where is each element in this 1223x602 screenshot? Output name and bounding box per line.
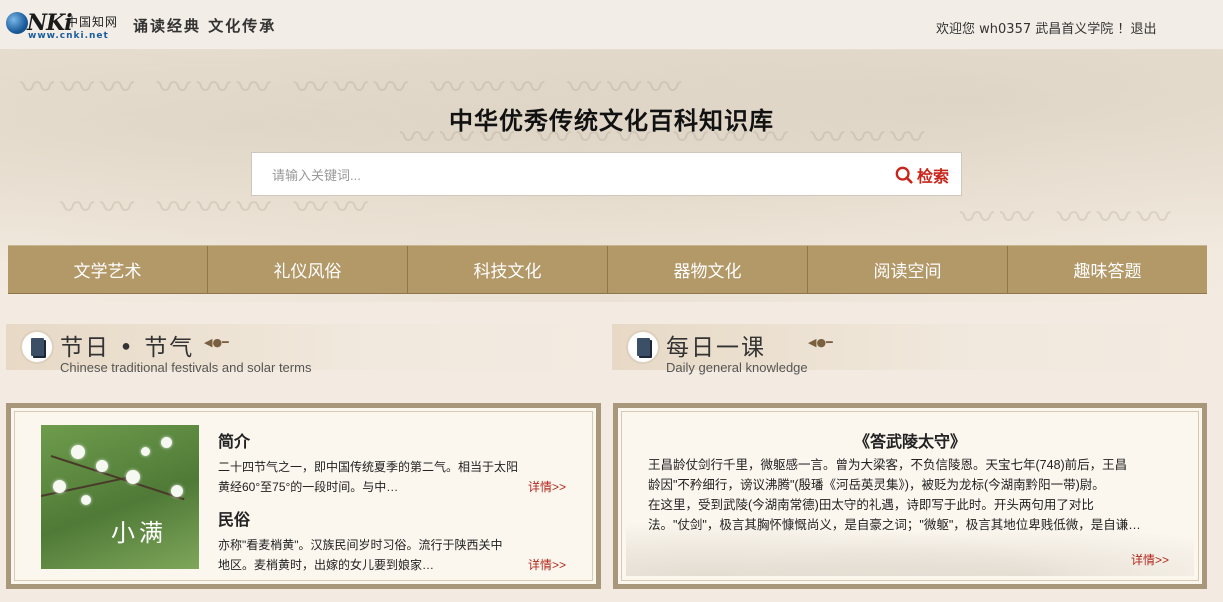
search-button[interactable]: 检索 (895, 163, 949, 187)
nav-item-science-culture[interactable]: 科技文化 (408, 246, 608, 293)
blossom (141, 447, 150, 456)
blossom (96, 460, 108, 472)
search-button-label: 检索 (916, 167, 949, 186)
globe-icon (6, 12, 28, 34)
user-welcome: 欢迎您 wh0357 武昌首义学院 ！退出 (936, 18, 1156, 37)
logo-chinese-text: 中国知网 (66, 15, 119, 29)
poem-title: 《答武陵太守》 (853, 432, 966, 451)
blossom (161, 437, 172, 448)
book-icon (626, 330, 660, 364)
logo-url: www.cnki.net (28, 31, 109, 41)
logout-link[interactable]: 退出 (1130, 22, 1156, 37)
cnki-logo[interactable]: NKi 中国知网 www.cnki.net (6, 10, 124, 42)
username: wh0357 (979, 22, 1032, 37)
slogan: 诵读经典 文化传承 (133, 17, 277, 35)
section-title: 节日 • 节气 (60, 335, 195, 361)
nav-item-etiquette-customs[interactable]: 礼仪风俗 (208, 246, 408, 293)
poem-description: 王昌龄仗剑行千里，微躯感一言。曾为大梁客，不负信陵恩。天宝七年(748)前后，王… (648, 458, 1141, 532)
nav-item-reading-space[interactable]: 阅读空间 (808, 246, 1008, 293)
intro-heading: 简介 (218, 432, 251, 451)
institution-name: 武昌首义学院 (1035, 22, 1114, 37)
top-bar: NKi 中国知网 www.cnki.net 诵读经典 文化传承 欢迎您 wh03… (0, 0, 1223, 50)
blossom (53, 480, 66, 493)
calligraphy-background: 〰〰 〰〰〰 (960, 198, 1177, 238)
intro-more-link[interactable]: 详情>> (528, 478, 566, 495)
custom-heading: 民俗 (218, 510, 251, 529)
nav-item-artifact-culture[interactable]: 器物文化 (608, 246, 808, 293)
nav-item-fun-quiz[interactable]: 趣味答题 (1008, 246, 1207, 293)
welcome-prefix: 欢迎您 (936, 22, 976, 37)
fish-ornament-icon: ◀●━ (204, 336, 229, 349)
separator: ！ (1117, 22, 1131, 37)
daily-more-link[interactable]: 详情>> (1131, 551, 1169, 568)
festivals-panel: 小满 简介 二十四节气之一，即中国传统夏季的第二气。相当于太阳 黄经60°至75… (6, 403, 601, 589)
search-bar: 检索 (251, 152, 962, 196)
fish-ornament-icon: ◀●━ (808, 336, 833, 349)
blossom (71, 445, 85, 459)
daily-section-header: 每日一课 ◀●━ Daily general knowledge (612, 320, 1206, 378)
solar-term-image[interactable]: 小满 (41, 425, 199, 569)
daily-lesson-panel: 《答武陵太守》 王昌龄仗剑行千里，微躯感一言。曾为大梁客，不负信陵恩。天宝七年(… (613, 403, 1207, 589)
festivals-section-header: 节日 • 节气 ◀●━ Chinese traditional festival… (6, 320, 598, 378)
nav-item-literature-art[interactable]: 文学艺术 (8, 246, 208, 293)
section-subtitle: Chinese traditional festivals and solar … (60, 360, 312, 375)
page-title: 中华优秀传统文化百科知识库 (449, 106, 774, 135)
search-input[interactable] (272, 163, 872, 187)
book-icon (20, 330, 54, 364)
blossom (126, 470, 140, 484)
blossom (171, 485, 183, 497)
image-caption: 小满 (111, 519, 167, 547)
section-title: 每日一课 (666, 335, 766, 361)
search-icon (895, 166, 913, 184)
category-nav: 文学艺术 礼仪风俗 科技文化 器物文化 阅读空间 趣味答题 (8, 245, 1207, 294)
custom-more-link[interactable]: 详情>> (528, 556, 566, 573)
section-subtitle: Daily general knowledge (666, 360, 808, 375)
blossom (81, 495, 91, 505)
